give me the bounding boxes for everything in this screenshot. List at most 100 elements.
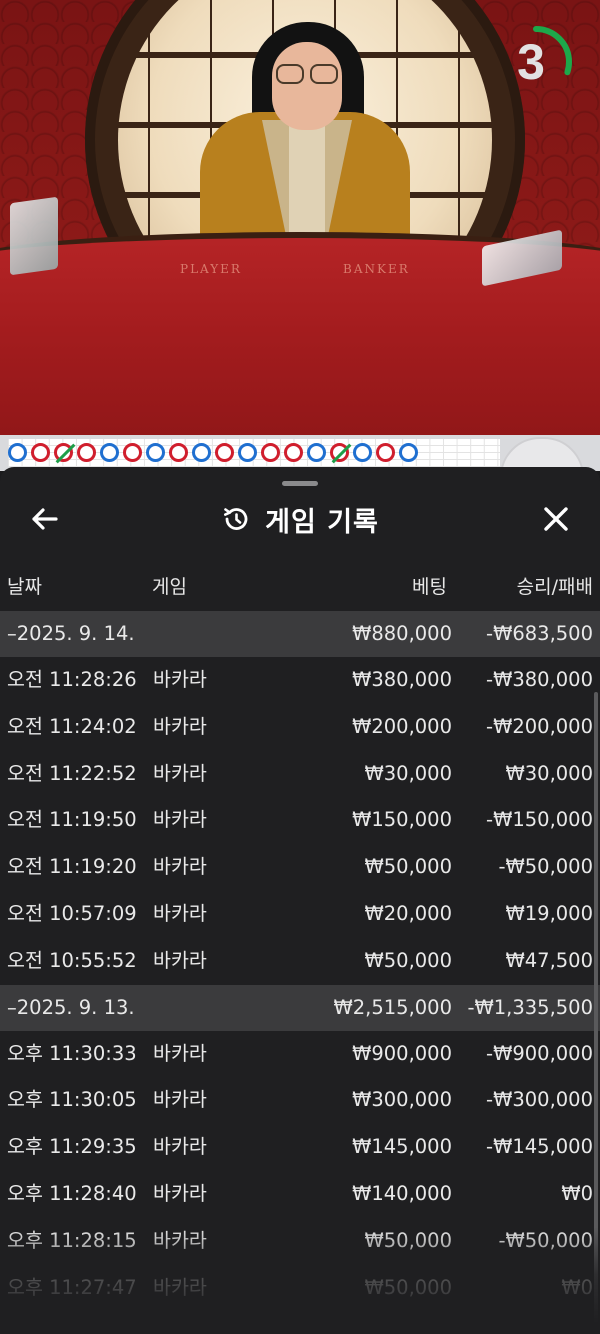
history-row[interactable]: 오후 11:27:47 바카라 ₩50,000 ₩0 [0, 1265, 600, 1312]
row-time: 오후 11:28:40 [7, 1181, 137, 1205]
row-game: 바카라 [153, 1181, 207, 1205]
live-video: PLAYER BANKER 3 [0, 0, 600, 435]
history-row[interactable]: 오후 11:28:15 바카라 ₩50,000 -₩50,000 [0, 1218, 600, 1265]
row-result: ₩19,000 [505, 901, 593, 925]
game-history-sheet: 게임 기록 날짜 게임 베팅 승리/패배 –2025. 9. 14. ₩880,0… [0, 467, 600, 1334]
row-game: 바카라 [153, 1228, 207, 1252]
row-time: 오후 11:27:47 [7, 1275, 137, 1299]
row-result: -₩200,000 [486, 714, 593, 738]
banker-area-label: BANKER [343, 262, 410, 276]
road-dot-blue [100, 443, 119, 462]
close-icon [544, 507, 568, 531]
timer-value: 3 [517, 34, 545, 90]
history-row[interactable]: 오전 10:55:52 바카라 ₩50,000 ₩47,500 [0, 938, 600, 985]
history-row[interactable]: 오전 11:28:26 바카라 ₩380,000 -₩380,000 [0, 657, 600, 704]
row-game: 바카라 [153, 808, 207, 832]
road-dot-blue [8, 443, 27, 462]
row-game: 바카라 [153, 761, 207, 785]
road-dot-red [31, 443, 50, 462]
row-bet: ₩50,000 [364, 1275, 452, 1299]
scrollbar[interactable] [594, 692, 598, 1332]
row-result: -₩50,000 [498, 1228, 593, 1252]
dealer-glasses [276, 64, 338, 84]
title-group: 게임 기록 [0, 495, 600, 543]
date-group-row[interactable]: –2025. 9. 13. ₩2,515,000 -₩1,335,500 [0, 984, 600, 1031]
column-game: 게임 [152, 576, 187, 598]
row-result: -₩300,000 [486, 1088, 593, 1112]
row-result: -₩50,000 [498, 855, 593, 879]
row-game: 바카라 [153, 1135, 207, 1159]
row-time: 오전 11:19:50 [7, 808, 137, 832]
row-bet: ₩380,000 [352, 668, 452, 691]
history-row[interactable]: 오후 11:30:33 바카라 ₩900,000 -₩900,000 [0, 1031, 600, 1078]
road-dot-blue [146, 443, 165, 462]
row-game: 바카라 [153, 901, 207, 925]
road-dot-red-tie [330, 443, 349, 462]
row-result: -₩145,000 [486, 1135, 593, 1159]
row-bet: ₩30,000 [364, 761, 452, 785]
back-button[interactable] [26, 503, 66, 535]
road-dot-red [261, 443, 280, 462]
history-row[interactable]: 오전 11:19:50 바카라 ₩150,000 -₩150,000 [0, 797, 600, 844]
row-time: 오전 10:57:09 [7, 901, 137, 925]
row-game: 바카라 [153, 1041, 207, 1065]
group-bet-total: ₩2,515,000 [333, 995, 452, 1019]
card-shoe [10, 196, 58, 276]
history-list: –2025. 9. 14. ₩880,000 -₩683,500 오전 11:28:2… [0, 611, 600, 1311]
row-result: -₩150,000 [486, 808, 593, 832]
history-row[interactable]: 오전 11:24:02 바카라 ₩200,000 -₩200,000 [0, 704, 600, 751]
row-result: ₩47,500 [505, 948, 593, 972]
dealer-face [272, 42, 342, 130]
group-date: –2025. 9. 13. [7, 995, 135, 1019]
row-bet: ₩900,000 [352, 1041, 452, 1065]
date-group-row[interactable]: –2025. 9. 14. ₩880,000 -₩683,500 [0, 611, 600, 657]
row-result: ₩30,000 [505, 761, 593, 785]
road-dot-red [215, 443, 234, 462]
road-dot-blue [399, 443, 418, 462]
row-bet: ₩50,000 [364, 1228, 452, 1252]
row-game: 바카라 [153, 668, 207, 691]
group-result-total: -₩1,335,500 [467, 995, 593, 1019]
row-bet: ₩200,000 [352, 714, 452, 738]
sheet-drag-handle[interactable] [282, 481, 318, 486]
history-row[interactable]: 오후 11:28:40 바카라 ₩140,000 ₩0 [0, 1171, 600, 1218]
road-dot-blue [192, 443, 211, 462]
row-time: 오후 11:28:15 [7, 1228, 137, 1252]
countdown-timer: 3 [498, 24, 574, 100]
row-game: 바카라 [153, 855, 207, 879]
row-time: 오전 11:19:20 [7, 855, 137, 879]
column-date: 날짜 [7, 576, 42, 598]
group-bet-total: ₩880,000 [352, 622, 452, 645]
history-icon [221, 504, 251, 534]
column-bet: 베팅 [412, 576, 447, 598]
history-row[interactable]: 오전 10:57:09 바카라 ₩20,000 ₩19,000 [0, 891, 600, 938]
row-bet: ₩50,000 [364, 855, 452, 879]
history-row[interactable]: 오후 11:29:35 바카라 ₩145,000 -₩145,000 [0, 1124, 600, 1171]
row-time: 오전 11:28:26 [7, 668, 137, 691]
row-bet: ₩50,000 [364, 948, 452, 972]
history-row[interactable]: 오후 11:30:05 바카라 ₩300,000 -₩300,000 [0, 1077, 600, 1124]
row-bet: ₩140,000 [352, 1181, 452, 1205]
road-dot-red-tie [54, 443, 73, 462]
row-game: 바카라 [153, 1088, 207, 1112]
sheet-header: 게임 기록 [0, 495, 600, 543]
page-title: 게임 기록 [265, 506, 379, 538]
row-time: 오후 11:30:33 [7, 1041, 137, 1065]
group-date: –2025. 9. 14. [7, 622, 135, 645]
row-time: 오전 11:24:02 [7, 714, 137, 738]
row-game: 바카라 [153, 1275, 207, 1299]
road-results [8, 443, 418, 465]
road-dot-blue [307, 443, 326, 462]
history-row[interactable]: 오전 11:22:52 바카라 ₩30,000 ₩30,000 [0, 751, 600, 798]
close-button[interactable] [536, 499, 576, 539]
row-time: 오후 11:30:05 [7, 1088, 137, 1112]
row-result: -₩380,000 [486, 668, 593, 691]
row-time: 오전 10:55:52 [7, 948, 137, 972]
group-result-total: -₩683,500 [486, 622, 593, 645]
history-row[interactable]: 오전 11:19:20 바카라 ₩50,000 -₩50,000 [0, 844, 600, 891]
road-dot-red [376, 443, 395, 462]
road-dot-blue [238, 443, 257, 462]
row-result: -₩900,000 [486, 1041, 593, 1065]
row-result: ₩0 [561, 1275, 593, 1299]
road-dot-red [169, 443, 188, 462]
